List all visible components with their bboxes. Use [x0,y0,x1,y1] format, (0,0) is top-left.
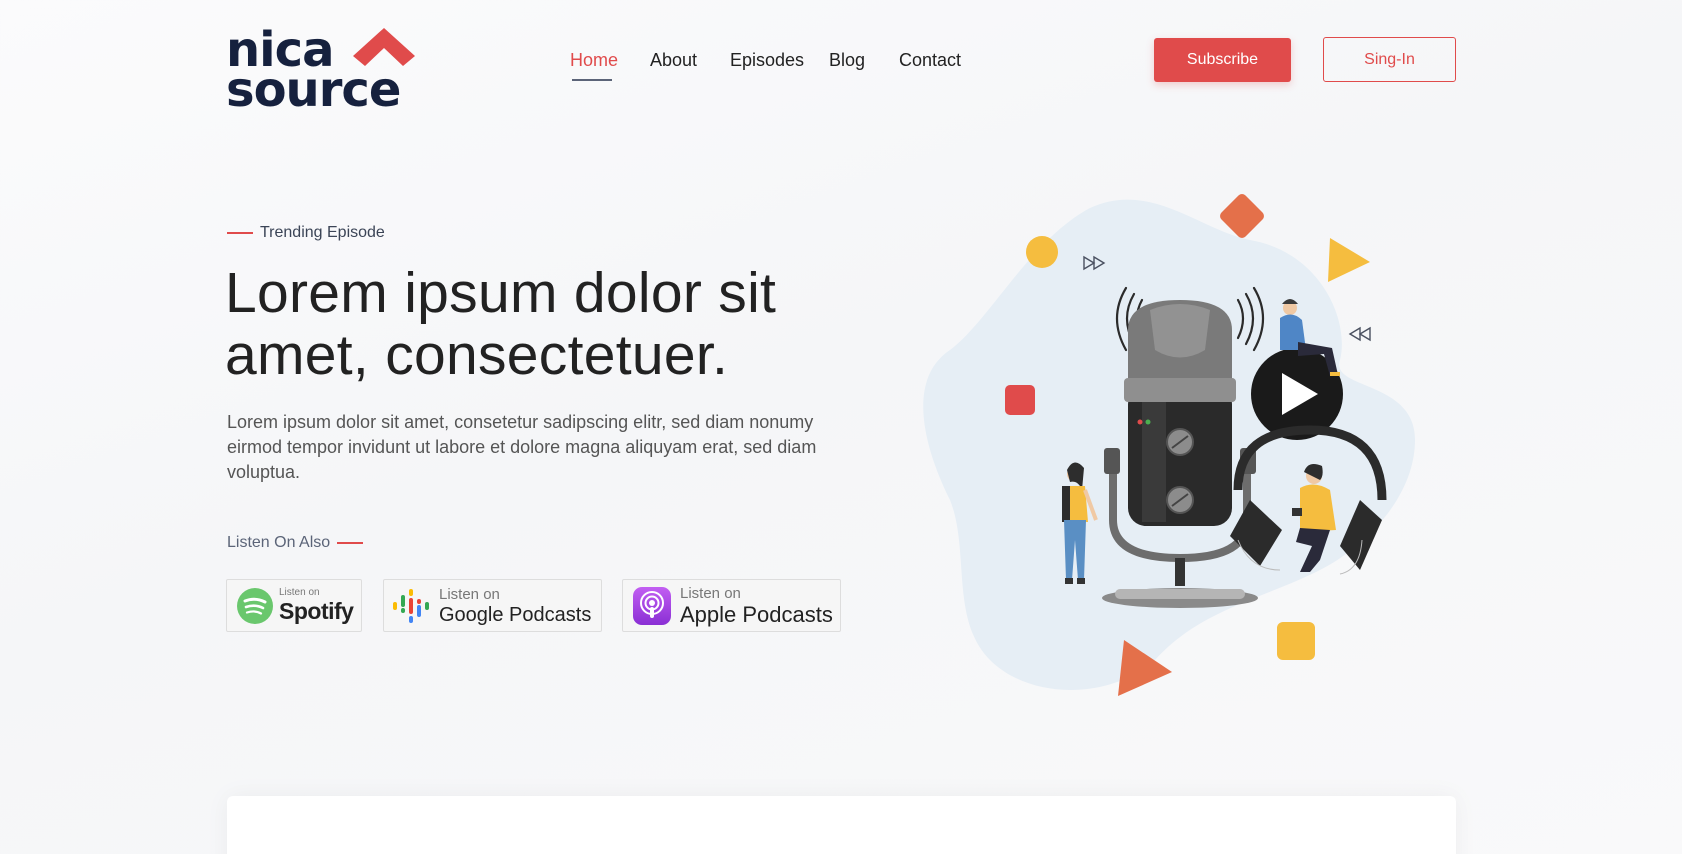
nav-active-indicator [572,79,612,81]
spotify-badge-label: Spotify [279,598,354,624]
apple-podcasts-icon [633,586,671,625]
yellow-triangle-shape [1328,238,1370,282]
content-card [227,796,1456,854]
google-badge-small: Listen on [439,585,500,603]
spotify-icon [237,587,273,624]
listen-also-label: Listen On Also [227,534,364,552]
yellow-square-shape [1277,622,1315,660]
kicker-dash [227,232,253,234]
nav-home[interactable]: Home [570,50,618,71]
listen-also-dash [337,542,364,544]
apple-podcasts-badge[interactable]: Listen on Apple Podcasts [622,579,841,632]
apple-badge-label: Apple Podcasts [680,601,833,627]
headline-line-1: Lorem ipsum dolor sit [225,261,777,325]
spotify-badge-small: Listen on [279,587,320,598]
nav-blog[interactable]: Blog [829,50,865,71]
listen-also-text: Listen On Also [227,534,331,551]
subscribe-button[interactable]: Subscribe [1154,38,1291,82]
logo-text-bottom: source [226,62,401,118]
nav-contact[interactable]: Contact [899,50,961,71]
podcast-illustration [923,194,1415,696]
google-podcasts-badge[interactable]: Listen on Google Podcasts [383,579,602,632]
nav-episodes[interactable]: Episodes [730,50,804,71]
rewind-icon [1348,326,1371,342]
google-podcasts-icon [393,588,429,623]
red-square-shape [1005,385,1035,415]
kicker-text: Trending Episode [260,224,385,241]
brand-logo[interactable]: nica source [226,26,416,114]
apple-badge-small: Listen on [680,584,741,602]
hero-lead: Lorem ipsum dolor sit amet, consetetur s… [227,412,817,482]
trending-kicker: Trending Episode [227,224,385,242]
hero-headline: Lorem ipsum dolor sit amet, consectetuer… [225,262,865,386]
headline-line-2: amet, consectetuer. [225,323,729,387]
yellow-circle-shape [1026,236,1058,268]
spotify-badge[interactable]: Listen on Spotify [226,579,362,632]
sign-in-button[interactable]: Sing-In [1323,37,1456,82]
nav-about[interactable]: About [650,50,697,71]
google-badge-label: Google Podcasts [439,603,592,626]
logo-roof-icon [353,28,415,66]
